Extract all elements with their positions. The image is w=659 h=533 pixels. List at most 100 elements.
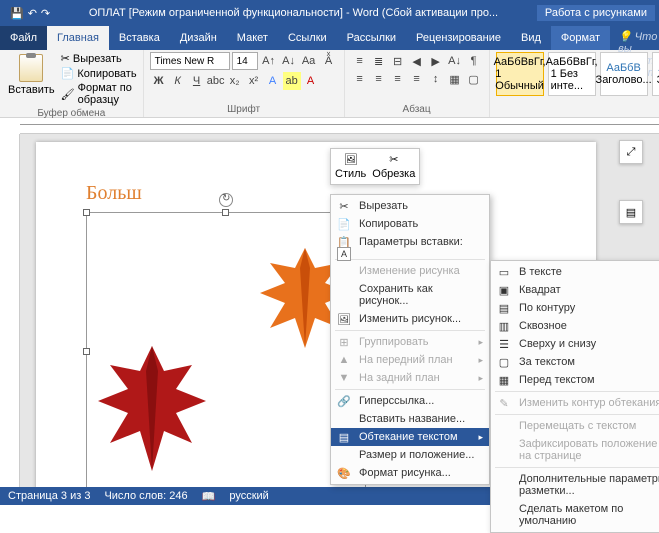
resize-handle[interactable]: [222, 209, 229, 216]
tab-file[interactable]: Файл: [0, 26, 47, 50]
paste-keep-icon: A: [337, 247, 351, 261]
horizontal-ruler[interactable]: [20, 118, 659, 134]
ctx-change-picture[interactable]: 🖼Изменить рисунок...: [331, 310, 489, 328]
quick-access[interactable]: 💾↶↷: [4, 7, 56, 20]
align-right-button[interactable]: ≡: [389, 70, 407, 88]
status-spellcheck-icon[interactable]: 📖: [202, 490, 216, 503]
wrap-square[interactable]: ▣Квадрат: [491, 281, 659, 299]
tell-me-search[interactable]: 💡 Что вы хотите сделать?: [610, 26, 659, 50]
font-group-label: Шрифт: [150, 102, 338, 115]
wrap-top-bottom[interactable]: ☰Сверху и снизу: [491, 335, 659, 353]
font-size-select[interactable]: 14: [232, 52, 258, 70]
highlight-button[interactable]: ab: [283, 72, 301, 90]
style-normal[interactable]: АаБбВвГг,1 Обычный: [496, 52, 544, 96]
crop-icon: ✂: [389, 153, 398, 166]
mini-crop-button[interactable]: ✂Обрезка: [372, 153, 415, 180]
style-heading1[interactable]: АаБбВЗаголово...: [600, 52, 648, 96]
topbottom-icon: ☰: [497, 337, 511, 351]
link-icon: 🔗: [337, 394, 351, 408]
ctx-hyperlink[interactable]: 🔗Гиперссылка...: [331, 392, 489, 410]
selected-picture[interactable]: [86, 212, 366, 487]
grow-font-button[interactable]: A↑: [260, 52, 278, 70]
group-icon: ⊞: [337, 335, 351, 349]
wrap-icon: ▤: [337, 430, 351, 444]
tight-icon: ▤: [497, 301, 511, 315]
ctx-copy[interactable]: 📄Копировать: [331, 215, 489, 233]
outdent-button[interactable]: ◀: [408, 52, 426, 70]
numbering-button[interactable]: ≣: [370, 52, 388, 70]
wrap-more-options[interactable]: Дополнительные параметры разметки...: [491, 470, 659, 500]
clear-format-button[interactable]: Aͯ: [320, 52, 338, 70]
ctx-edit-picture: Изменение рисунка: [331, 262, 489, 280]
mini-toolbar: 🖼Стиль ✂Обрезка: [330, 148, 420, 185]
line-spacing-button[interactable]: ↕: [427, 70, 445, 88]
style-heading2[interactable]: АаБбВЗагол...: [652, 52, 659, 96]
vertical-ruler[interactable]: [0, 134, 20, 487]
shrink-font-button[interactable]: A↓: [280, 52, 298, 70]
borders-button[interactable]: ▢: [465, 70, 483, 88]
copy-button[interactable]: 📄Копировать: [61, 67, 137, 80]
tab-format[interactable]: Формат: [551, 26, 610, 50]
text-effects-button[interactable]: A: [264, 72, 282, 90]
style-no-spacing[interactable]: АаБбВвГг,1 Без инте...: [548, 52, 596, 96]
layout-options-button[interactable]: ⤢: [619, 140, 643, 164]
ctx-size-position[interactable]: Размер и положение...: [331, 446, 489, 464]
resize-handle[interactable]: [83, 348, 90, 355]
align-left-button[interactable]: ≡: [351, 70, 369, 88]
mini-style-button[interactable]: 🖼Стиль: [335, 153, 366, 180]
copy-icon: 📄: [61, 67, 75, 80]
wrap-tight[interactable]: ▤По контуру: [491, 299, 659, 317]
ctx-cut[interactable]: ✂Вырезать: [331, 197, 489, 215]
wrap-icon: ▤: [626, 206, 636, 219]
wrap-through[interactable]: ▥Сквозное: [491, 317, 659, 335]
multilevel-button[interactable]: ⊟: [389, 52, 407, 70]
italic-button[interactable]: К: [169, 72, 187, 90]
change-case-button[interactable]: Aa: [300, 52, 318, 70]
ctx-save-as-picture[interactable]: Сохранить как рисунок...: [331, 280, 489, 310]
status-language[interactable]: русский: [229, 490, 268, 502]
tab-references[interactable]: Ссылки: [278, 26, 337, 50]
through-icon: ▥: [497, 319, 511, 333]
font-color-button[interactable]: A: [302, 72, 320, 90]
wrap-behind[interactable]: ▢За текстом: [491, 353, 659, 371]
tab-layout[interactable]: Макет: [227, 26, 278, 50]
shading-button[interactable]: ▦: [446, 70, 464, 88]
wrap-edit-points: ✎Изменить контур обтекания: [491, 394, 659, 412]
leaf-image: [92, 341, 212, 481]
wrap-in-front[interactable]: ▦Перед текстом: [491, 371, 659, 389]
status-page[interactable]: Страница 3 из 3: [8, 490, 90, 502]
font-name-select[interactable]: Times New R: [150, 52, 230, 70]
justify-button[interactable]: ≡: [408, 70, 426, 88]
scissors-icon: ✂: [337, 199, 351, 213]
wrap-inline[interactable]: ▭В тексте: [491, 263, 659, 281]
format-icon: 🎨: [337, 466, 351, 480]
tab-insert[interactable]: Вставка: [109, 26, 170, 50]
rotate-handle[interactable]: [219, 193, 233, 207]
ctx-insert-caption[interactable]: Вставить название...: [331, 410, 489, 428]
show-marks-button[interactable]: ¶: [465, 52, 483, 70]
layout-wrap-button[interactable]: ▤: [619, 200, 643, 224]
bullets-button[interactable]: ≡: [351, 52, 369, 70]
format-painter-button[interactable]: 🖌Формат по образцу: [61, 82, 137, 106]
paste-button[interactable]: Вставить: [6, 52, 57, 98]
tab-view[interactable]: Вид: [511, 26, 551, 50]
cut-button[interactable]: ✂Вырезать: [61, 52, 137, 65]
ctx-wrap-text[interactable]: ▤Обтекание текстом▸: [331, 428, 489, 446]
superscript-button[interactable]: x²: [245, 72, 263, 90]
tab-design[interactable]: Дизайн: [170, 26, 227, 50]
status-word-count[interactable]: Число слов: 246: [104, 490, 187, 502]
tab-mailings[interactable]: Рассылки: [337, 26, 406, 50]
sort-button[interactable]: A↓: [446, 52, 464, 70]
tab-review[interactable]: Рецензирование: [406, 26, 511, 50]
bold-button[interactable]: Ж: [150, 72, 168, 90]
ctx-paste-option[interactable]: A: [331, 251, 489, 257]
tab-home[interactable]: Главная: [47, 26, 109, 50]
ctx-format-picture[interactable]: 🎨Формат рисунка...: [331, 464, 489, 482]
underline-button[interactable]: Ч: [188, 72, 206, 90]
align-center-button[interactable]: ≡: [370, 70, 388, 88]
wrap-fix-position: Зафиксировать положение на странице: [491, 435, 659, 465]
strike-button[interactable]: abc: [207, 72, 225, 90]
indent-button[interactable]: ▶: [427, 52, 445, 70]
subscript-button[interactable]: x₂: [226, 72, 244, 90]
resize-handle[interactable]: [83, 209, 90, 216]
